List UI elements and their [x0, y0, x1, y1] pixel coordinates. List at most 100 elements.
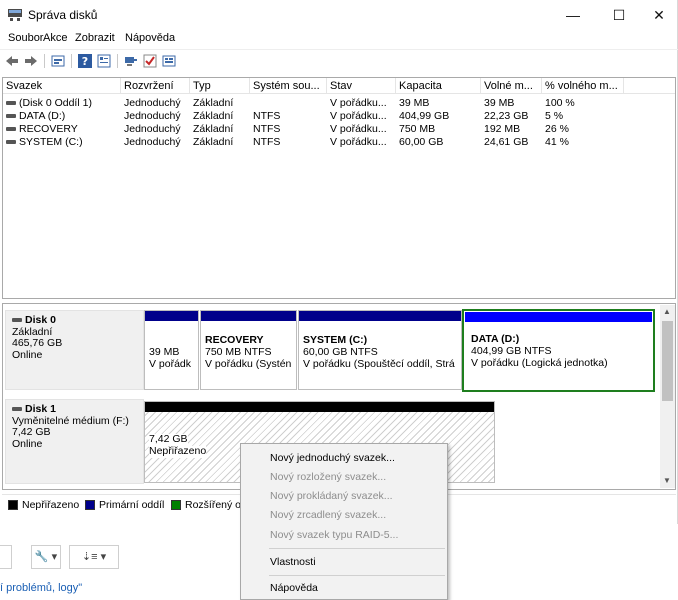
- disk-management-icon: [8, 9, 22, 21]
- menu-item-new-raid5-volume[interactable]: Nový svazek typu RAID-5...: [270, 529, 398, 541]
- menu-item-new-mirrored-volume[interactable]: Nový zrcadlený svazek...: [270, 509, 386, 521]
- disk-view-scrollbar[interactable]: ▲ ▼: [660, 305, 675, 488]
- volume-icon: [6, 127, 16, 132]
- partition-status: Nepřiřazeno: [149, 445, 207, 458]
- volume-name: DATA (D:): [19, 110, 66, 122]
- column-header-procento-volneho[interactable]: % volného m...: [542, 78, 624, 94]
- table-row[interactable]: DATA (D:) Jednoduchý Základní NTFS V poř…: [3, 110, 675, 122]
- sort-icon[interactable]: ⇣≡ ▾: [69, 545, 119, 569]
- cell-filesystem: NTFS: [253, 136, 281, 148]
- menu-separator: [269, 548, 445, 549]
- partition-title: DATA (D:): [471, 333, 520, 345]
- volume-name: (Disk 0 Oddíl 1): [19, 97, 92, 109]
- cell-layout: Jednoduchý: [124, 136, 181, 148]
- cell-status: V pořádku...: [330, 136, 387, 148]
- menu-item-help[interactable]: Nápověda: [270, 582, 318, 594]
- cell-free: 24,61 GB: [484, 136, 529, 148]
- legend-label: Nepřiřazeno: [22, 499, 80, 511]
- volume-name: RECOVERY: [19, 123, 78, 135]
- volume-list-header: Svazek Rozvržení Typ Systém sou... Stav …: [3, 78, 675, 94]
- column-header-typ[interactable]: Typ: [190, 78, 250, 94]
- partition-recovery[interactable]: RECOVERY 750 MB NTFS V pořádku (Systén: [200, 310, 297, 390]
- legend-label: Rozšířený o: [185, 499, 242, 511]
- background-link[interactable]: í problémů, logy": [0, 582, 82, 594]
- menu-item-new-spanned-volume[interactable]: Nový rozložený svazek...: [270, 471, 386, 483]
- partition-disk0-oddil1[interactable]: 39 MB V pořádk: [144, 310, 199, 390]
- column-header-volne-misto[interactable]: Volné m...: [481, 78, 542, 94]
- cell-status: V pořádku...: [330, 97, 387, 109]
- toolbar-separator: [44, 54, 45, 68]
- table-row[interactable]: (Disk 0 Oddíl 1) Jednoduchý Základní V p…: [3, 97, 675, 109]
- context-menu: Nový jednoduchý svazek... Nový rozložený…: [240, 443, 448, 600]
- disk-0-label[interactable]: Disk 0 Základní 465,76 GB Online: [5, 310, 144, 390]
- title-bar[interactable]: Správa disků — ☐ ✕: [0, 0, 678, 30]
- cell-type: Základní: [193, 136, 234, 148]
- column-header-kapacita[interactable]: Kapacita: [396, 78, 481, 94]
- scroll-thumb[interactable]: [662, 321, 673, 401]
- disk-icon: [12, 318, 22, 323]
- menu-bar: Soubor Akce Zobrazit Nápověda: [0, 30, 678, 48]
- partition-color-bar: [201, 311, 296, 321]
- disk-1-label[interactable]: Disk 1 Vyměnitelné médium (F:) 7,42 GB O…: [5, 399, 144, 484]
- disk-0-size: 465,76 GB: [12, 337, 63, 349]
- connect-icon[interactable]: [124, 54, 138, 68]
- toolbar-separator: [71, 54, 72, 68]
- cell-capacity: 404,99 GB: [399, 110, 450, 122]
- menu-zobrazit[interactable]: Zobrazit: [75, 32, 115, 44]
- bg-button-left[interactable]: [0, 545, 12, 569]
- toolbar-separator: [117, 54, 118, 68]
- wrench-icon[interactable]: 🔧 ▾: [31, 545, 61, 569]
- cell-type: Základní: [193, 97, 234, 109]
- table-row[interactable]: RECOVERY Jednoduchý Základní NTFS V pořá…: [3, 123, 675, 135]
- partition-color-bar: [465, 312, 652, 322]
- view-icon[interactable]: [162, 54, 176, 68]
- column-header-system-souboru[interactable]: Systém sou...: [250, 78, 327, 94]
- menu-akce[interactable]: Akce: [43, 32, 67, 44]
- menu-item-new-striped-volume[interactable]: Nový prokládaný svazek...: [270, 490, 393, 502]
- scroll-up-icon[interactable]: ▲: [663, 307, 671, 316]
- check-icon[interactable]: [143, 54, 157, 68]
- forward-arrow-icon[interactable]: [24, 54, 38, 68]
- partition-size: 7,42 GB: [149, 433, 188, 446]
- menu-soubor[interactable]: Soubor: [8, 32, 43, 44]
- menu-item-new-simple-volume[interactable]: Nový jednoduchý svazek...: [270, 452, 395, 464]
- disk-0-status: Online: [12, 348, 43, 361]
- menu-item-properties[interactable]: Vlastnosti: [270, 556, 316, 568]
- cell-filesystem: NTFS: [253, 110, 281, 122]
- minimize-button[interactable]: —: [550, 0, 596, 30]
- cell-capacity: 39 MB: [399, 97, 430, 109]
- cell-type: Základní: [193, 110, 234, 122]
- column-header-stav[interactable]: Stav: [327, 78, 396, 94]
- partition-system-c[interactable]: SYSTEM (C:) 60,00 GB NTFS V pořádku (Spo…: [298, 310, 462, 390]
- help-icon[interactable]: ?: [78, 54, 92, 68]
- background-toolbar: 🔧 ▾ ⇣≡ ▾: [0, 545, 130, 569]
- cell-capacity: 60,00 GB: [399, 136, 444, 148]
- table-row[interactable]: SYSTEM (C:) Jednoduchý Základní NTFS V p…: [3, 136, 675, 148]
- volume-icon: [6, 114, 16, 119]
- menu-napoveda[interactable]: Nápověda: [125, 32, 175, 44]
- cell-free-percent: 100 %: [545, 97, 575, 109]
- partition-data-d-selected[interactable]: DATA (D:) 404,99 GB NTFS V pořádku (Logi…: [462, 309, 655, 392]
- cell-free-percent: 26 %: [545, 123, 569, 135]
- cell-filesystem: NTFS: [253, 123, 281, 135]
- disk-list-icon[interactable]: [51, 54, 65, 68]
- window-title: Správa disků: [28, 8, 98, 22]
- partition-color-bar: [145, 402, 494, 412]
- cell-status: V pořádku...: [330, 110, 387, 122]
- back-arrow-icon[interactable]: [5, 54, 19, 68]
- column-header-svazek[interactable]: Svazek: [3, 78, 121, 94]
- legend-swatch-primary: [85, 500, 95, 510]
- partition-title: SYSTEM (C:): [303, 334, 368, 346]
- disk-0-name: Disk 0: [12, 314, 137, 327]
- disk-1-status: Online: [12, 437, 43, 450]
- toolbar: ?: [0, 49, 678, 73]
- partition-status: V pořádku (Systén: [205, 358, 292, 370]
- cell-capacity: 750 MB: [399, 123, 436, 135]
- close-button[interactable]: ✕: [636, 0, 678, 30]
- disk-icon: [12, 407, 22, 412]
- properties-icon[interactable]: [97, 54, 111, 68]
- column-header-rozvrzeni[interactable]: Rozvržení: [121, 78, 190, 94]
- menu-separator: [269, 575, 445, 576]
- scroll-down-icon[interactable]: ▼: [663, 476, 671, 485]
- volume-list[interactable]: Svazek Rozvržení Typ Systém sou... Stav …: [2, 77, 676, 299]
